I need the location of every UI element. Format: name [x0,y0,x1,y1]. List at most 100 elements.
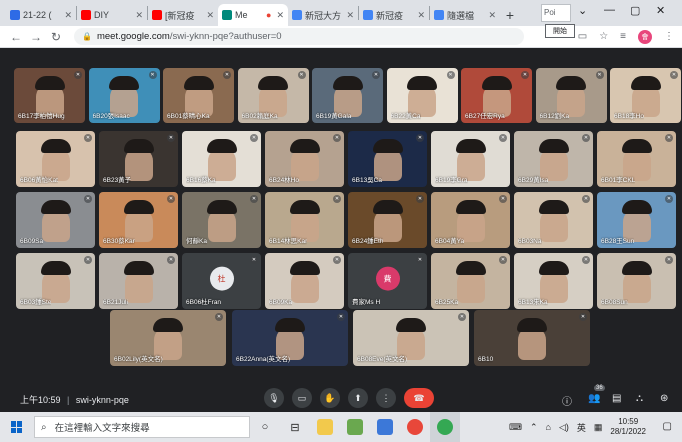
microphone-button[interactable]: 🎙 [264,388,284,408]
start-button[interactable] [0,421,34,433]
ime-mode-icon[interactable]: ▦ [594,422,603,433]
close-tab-icon[interactable]: ✕ [64,10,72,21]
more-menu-icon[interactable]: ⋮ [664,31,674,42]
minimize-icon[interactable]: — [604,4,615,16]
participant-tile[interactable]: ✕ 6B02Lily(英文名) [110,310,226,366]
people-icon[interactable]: 👥 [588,393,600,404]
participant-tile[interactable]: 費 ✕ 費家Ms H [348,253,427,309]
notifications-icon[interactable]: ▢ [663,421,672,432]
participant-tile[interactable]: ✕ 6B18李Ho [610,68,681,123]
host-controls-icon[interactable]: ⊛ [660,393,668,404]
participant-tile[interactable]: ✕ 6B08Eve(英文名) [353,310,469,366]
participant-tile[interactable]: ✕ 6B24林Ho [265,131,344,187]
participant-tile[interactable]: ✕ 6B22黃Ca [386,68,458,123]
participant-name: 6B02賴庭Ka [241,113,278,120]
participant-tile[interactable]: ✕ 6B19黃Gala [312,68,383,123]
reading-list-icon[interactable]: ≡ [620,31,626,42]
keyboard-icon[interactable]: ⌨ [509,422,522,433]
browser-tab[interactable]: 隨選檔 ✕ [430,4,500,26]
popup-hint[interactable]: 開始 [545,24,575,38]
participant-tile[interactable]: ✕ 6B23黃子 [99,131,178,187]
participant-tile[interactable]: ✕ 6B02賴庭Ka [237,68,309,123]
present-screen-button[interactable]: ⬆ [348,388,368,408]
participant-tile[interactable]: ✕ 6B10 [474,310,590,366]
close-tab-icon[interactable]: ✕ [488,10,496,21]
participant-tile[interactable]: ✕ 6B29黃Isa [514,131,593,187]
muted-mic-icon: ✕ [297,71,306,79]
participant-video-detail [630,76,661,90]
participant-tile[interactable]: ✕ 6B19李Gra [431,131,510,187]
taskbar-clock[interactable]: 10:59 28/1/2022 [610,417,646,437]
participant-tile[interactable]: ✕ 6B12劉Ka [535,68,607,123]
participant-tile[interactable]: ✕ 6B01李CKL [597,131,676,187]
leave-call-button[interactable]: ☎ [404,388,434,408]
browser-tab[interactable]: 新冠疫 ✕ [359,4,429,26]
taskbar-search-input[interactable]: ⌕ 在這裡輸入文字來搜尋 [34,416,250,438]
activities-icon[interactable]: ⛬ [636,393,643,404]
photos-app-icon[interactable] [340,412,370,442]
participant-tile[interactable]: ✕ 6B16蔡Ka [182,131,261,187]
more-options-button[interactable]: ⋮ [376,388,396,408]
raise-hand-button[interactable]: ✋ [320,388,340,408]
network-icon[interactable]: ⌂ [546,422,551,432]
volume-icon[interactable]: ◁) [559,422,569,433]
participant-tile[interactable]: ✕ 6B03鍾Ste [16,253,95,309]
close-tab-icon[interactable]: ✕ [135,10,143,21]
tab-search-icon[interactable]: ⌄ [578,4,587,17]
participant-tile[interactable]: ✕ 6B27任宏Rya [461,68,532,123]
profile-avatar[interactable]: 會 [638,29,652,44]
chrome-active-app-icon[interactable] [430,412,460,442]
meeting-details-icon[interactable]: ⓘ [562,393,572,408]
participant-video-detail [258,76,288,90]
participant-tile[interactable]: ✕ 6B08Sun [597,253,676,309]
participant-tile[interactable]: ✕ 6B30蔡Kar [99,192,178,248]
browser-tab-active[interactable]: Me ● ✕ [218,4,288,26]
participant-video-detail [396,318,426,332]
url-input[interactable]: 🔒 meet.google.com/swi-yknn-pqe?authuser=… [74,28,524,45]
maximize-icon[interactable]: ▢ [630,4,640,17]
back-arrow-icon[interactable]: ← [6,30,26,44]
participant-tile[interactable]: ✕ 6B25Ka [431,253,510,309]
participant-tile[interactable]: ✕ 6B22Anna(英文名) [232,310,348,366]
forward-arrow-icon[interactable]: → [26,30,46,44]
store-app-icon[interactable] [370,412,400,442]
participant-tile[interactable]: ✕ 6B14林思Kar [265,192,344,248]
participant-tile[interactable]: ✕ 6B01蔡晴心Ka [163,68,234,123]
participant-tile[interactable]: ✕ 6B09Sa [16,192,95,248]
ime-indicator[interactable]: 英 [577,421,586,434]
participant-tile[interactable]: ✕ 6B28王Sun [597,192,676,248]
browser-tab[interactable]: 新冠大方 ✕ [288,4,358,26]
close-tab-icon[interactable]: ✕ [276,10,284,21]
participant-tile[interactable]: ✕ 6B24鍾Eth [348,192,427,248]
bookmark-star-icon[interactable]: ☆ [599,31,608,42]
participant-tile[interactable]: ✕ 6B21Juli [99,253,178,309]
participant-tile[interactable]: ✕ 6B20張Isaac [88,68,160,123]
participant-tile[interactable]: ✕ 6B13吳Ca [348,131,427,187]
file-explorer-icon[interactable] [310,412,340,442]
new-tab-button[interactable]: + [500,4,520,26]
participant-tile[interactable]: 杜 ✕ 6B06杜Fran [182,253,261,309]
participant-tile[interactable]: ✕ 6B04黃Ya [431,192,510,248]
close-tab-icon[interactable]: ✕ [206,10,214,21]
task-view-icon[interactable]: ⊟ [280,412,310,442]
tray-expand-icon[interactable]: ⌃ [530,422,538,433]
participant-tile[interactable]: ✕ 6B13朱Ka [514,253,593,309]
cast-icon[interactable]: ▭ [578,31,587,42]
browser-tab[interactable]: 21-22 (✕ [6,4,76,26]
participant-tile[interactable]: ✕ 何靜Ka [182,192,261,248]
participant-tile[interactable]: ✕ 6B17李柏愷Hug [14,68,85,123]
close-tab-icon[interactable]: ✕ [346,10,354,21]
browser-tab[interactable]: DIY ✕ [77,4,147,26]
camera-button[interactable]: ▭ [292,388,312,408]
reload-icon[interactable]: ↻ [46,30,66,44]
participant-tile[interactable]: ✕ 6B06黃怡Kat [16,131,95,187]
participant-tile[interactable]: ✕ 6B09Ka [265,253,344,309]
muted-mic-icon: ✕ [579,313,587,321]
close-tab-icon[interactable]: ✕ [417,10,425,21]
chat-icon[interactable]: ▤ [612,393,621,404]
close-window-icon[interactable]: ✕ [656,4,665,17]
cortana-icon[interactable]: ○ [250,412,280,442]
chrome-app-icon[interactable] [400,412,430,442]
participant-tile[interactable]: ✕ 6B03Na [514,192,593,248]
browser-tab[interactable]: [新冠疫 ✕ [148,4,218,26]
